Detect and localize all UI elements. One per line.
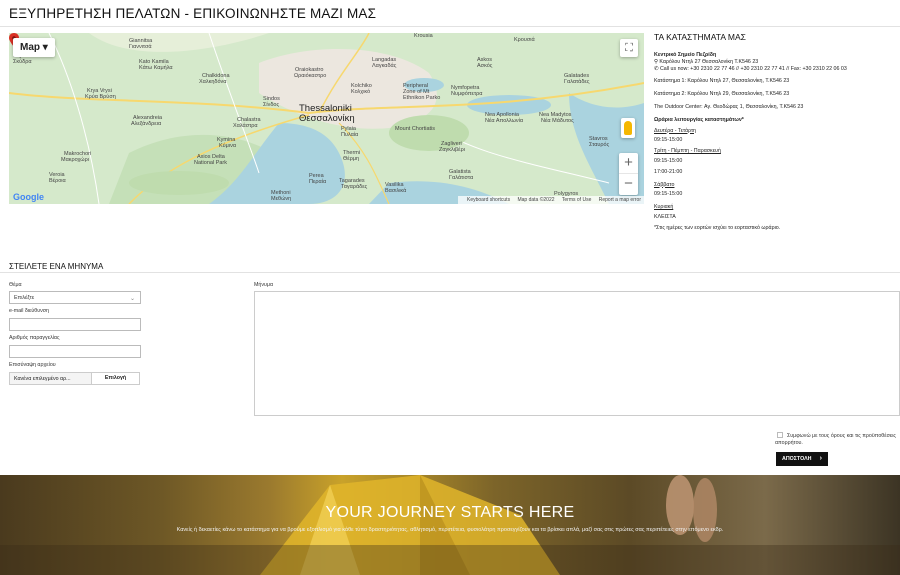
map-label: Ασκός — [477, 63, 493, 69]
map-label: Αλεξάνδρεια — [131, 121, 162, 127]
hours-time: 17:00-21:00 — [654, 168, 683, 175]
hero-banner: YOUR JOURNEY STARTS HERE Κανείς ή δεκαετ… — [0, 475, 900, 575]
hq-address: ⚲ Καρόλου Ντηλ 27 Θεσσαλονίκη Τ.Κ546 23 — [654, 58, 759, 65]
branch-1: Κατάστημα 1: Καρόλου Ντηλ 27, Θεσσαλονίκ… — [654, 78, 790, 85]
hours-day: Δευτέρα - Τετάρτη — [654, 127, 697, 134]
stores-info: Κεντρικό Σημείο Πεζρίδη ⚲ Καρόλου Ντηλ 2… — [654, 52, 900, 232]
map-label: Κρύα Βρύση — [85, 94, 116, 100]
map-city-label: Thessaloniki Θεσσαλονίκη — [299, 104, 355, 124]
report-error-link[interactable]: Report a map error — [599, 197, 641, 203]
map-type-button[interactable]: Map ▾ — [13, 38, 55, 57]
map-label: National Park — [194, 160, 228, 166]
map-data-text: Map data ©2022 — [517, 197, 555, 203]
caret-down-icon: ▾ — [42, 42, 48, 53]
contact-page: ΕΞΥΠΗΡΕΤΗΣΗ ΠΕΛΑΤΩΝ - ΕΠΙΚΟΙΝΩΝΗΣΤΕ ΜΑΖΙ… — [0, 0, 900, 575]
map-label: Πυλαία — [341, 132, 359, 138]
street-view-pegman-icon[interactable] — [621, 118, 635, 138]
map-label: Βέροια — [49, 178, 66, 184]
hours-day: Σάββατο — [654, 181, 675, 188]
map-label: Σταυρός — [589, 142, 610, 148]
hours-time: ΚΛΕΙΣΤΑ — [654, 213, 676, 220]
form-divider — [0, 272, 900, 273]
hq-phone: ✆ Call us now: +30 2310 22 77 46 // +30 … — [654, 65, 847, 72]
zoom-in-button[interactable]: + — [619, 153, 638, 174]
map-label: Mount Chortiatis — [395, 126, 436, 132]
map-label: Σκύδρα — [13, 59, 32, 65]
map-label: Κύμινα — [219, 143, 236, 149]
email-label: e-mail διεύθυνση — [9, 308, 49, 314]
map-footer: Keyboard shortcuts Map data ©2022 Terms … — [457, 196, 644, 204]
map-label: Σίνδος — [263, 102, 280, 108]
map-label: Νέα Απολλωνία — [485, 118, 524, 124]
chevron-down-icon: ⌄ — [129, 296, 135, 302]
map-label: Νυμφόπετρα — [451, 91, 483, 97]
fullscreen-icon[interactable]: ⛶ — [620, 39, 638, 57]
hours-time: 09:15-15:00 — [654, 191, 683, 198]
map-label: Ethnikon Parko — [403, 95, 441, 101]
map-label: Βασιλικά — [385, 188, 407, 194]
map-label: Λαγκαδάς — [372, 63, 397, 69]
map-label: Ζαγκλιβέρι — [439, 147, 465, 153]
file-input[interactable]: Κανένα επιλεγμένο αρ... Επιλογή — [9, 372, 140, 385]
email-field[interactable] — [9, 318, 141, 331]
zoom-control[interactable]: + − — [619, 153, 638, 195]
hq-title: Κεντρικό Σημείο Πεζρίδη — [654, 52, 717, 58]
message-textarea[interactable] — [254, 291, 900, 416]
banner-title: YOUR JOURNEY STARTS HERE — [325, 504, 575, 521]
form-heading: ΣΤΕΙΛΕΤΕ ΕΝΑ ΜΗΝΥΜΑ — [9, 262, 104, 271]
order-number-label: Αριθμός παραγγελίας — [9, 335, 60, 341]
chevron-right-icon: › — [819, 455, 822, 462]
submit-button[interactable]: ΑΠΟΣΤΟΛΗ › — [776, 452, 828, 466]
submit-label: ΑΠΟΣΤΟΛΗ — [782, 456, 812, 462]
map-label: Krousia — [414, 33, 433, 39]
stores-heading: ΤΑ ΚΑΤΑΣΤΗΜΑΤΑ ΜΑΣ — [654, 32, 746, 42]
message-label: Μήνυμα — [254, 282, 274, 288]
city-greek: Θεσσαλονίκη — [299, 113, 355, 124]
file-label: Επισύναψη αρχείου — [9, 362, 56, 368]
map-label: Χαλκηδόνα — [199, 79, 227, 85]
hours-day: Κυριακή — [654, 204, 674, 211]
location-pin-icon: ⚲ — [654, 58, 658, 65]
map-label: Κολχικό — [351, 89, 371, 95]
map-label: Μεθώνη — [271, 196, 292, 202]
terms-link[interactable]: Terms of Use — [562, 197, 591, 203]
map-label: Περαία — [309, 179, 327, 185]
subject-value: Επιλέξτε — [14, 295, 35, 301]
map-label: Μακροχώρι — [61, 157, 89, 163]
map-label: Γαλάτιστα — [449, 175, 474, 181]
map-label: Γιαννιτσά — [129, 44, 152, 50]
subject-select[interactable]: Επιλέξτε ⌄ — [9, 291, 141, 304]
consent-text: Συμφωνώ με τους όρους και τις προϋποθέσε… — [775, 433, 896, 446]
hours-time: 09:15-15:00 — [654, 137, 683, 144]
google-logo: Google — [13, 192, 44, 202]
map-label: Νέα Μάδυτος — [541, 118, 574, 124]
tent-scene — [0, 475, 900, 575]
map-label: Χαλάστρα — [233, 123, 258, 129]
store-map[interactable]: Giannitsa Γιαννιτσά Krya Vrysi Κρύα Βρύσ… — [9, 33, 644, 204]
hours-day: Τρίτη - Πέμπτη - Παρασκευή — [654, 148, 721, 155]
hours-title: Ωράρια λειτουργίας καταστημάτων* — [654, 116, 744, 123]
branch-2: Κατάστημα 2: Καρόλου Ντηλ 29, Θεσσαλονίκ… — [654, 91, 790, 98]
map-label: Θέρμη — [343, 156, 360, 162]
map-label: Γαλατάδες — [564, 79, 590, 85]
hours-time: 09:15-15:00 — [654, 157, 683, 164]
file-name: Κανένα επιλεγμένο αρ... — [14, 376, 71, 382]
banner-subtitle: Κανείς ή δεκαετίες κάνω το κατάστημα για… — [176, 527, 724, 533]
map-label: Κάτω Καμήλα — [139, 65, 173, 71]
map-label: Ταγαράδες — [341, 184, 368, 190]
keyboard-shortcuts-link[interactable]: Keyboard shortcuts — [467, 197, 510, 203]
map-label: Κρουσιά — [514, 37, 535, 43]
zoom-out-button[interactable]: − — [619, 174, 638, 195]
map-label: Ωραιόκαστρο — [294, 73, 327, 79]
subject-label: Θέμα — [9, 282, 22, 288]
branch-3: The Outdoor Center: Αγ. Θεοδώρας 1, Θεσσ… — [654, 103, 804, 110]
choose-file-button[interactable]: Επιλογή — [91, 373, 139, 384]
title-divider — [0, 26, 900, 27]
page-title: ΕΞΥΠΗΡΕΤΗΣΗ ΠΕΛΑΤΩΝ - ΕΠΙΚΟΙΝΩΝΗΣΤΕ ΜΑΖΙ… — [9, 6, 377, 21]
map-type-label: Map — [20, 42, 40, 53]
hours-note: *Στις ημέρες των εορτών ισχύει το εορτασ… — [654, 224, 781, 231]
phone-icon: ✆ — [654, 65, 659, 72]
order-number-field[interactable] — [9, 345, 141, 358]
